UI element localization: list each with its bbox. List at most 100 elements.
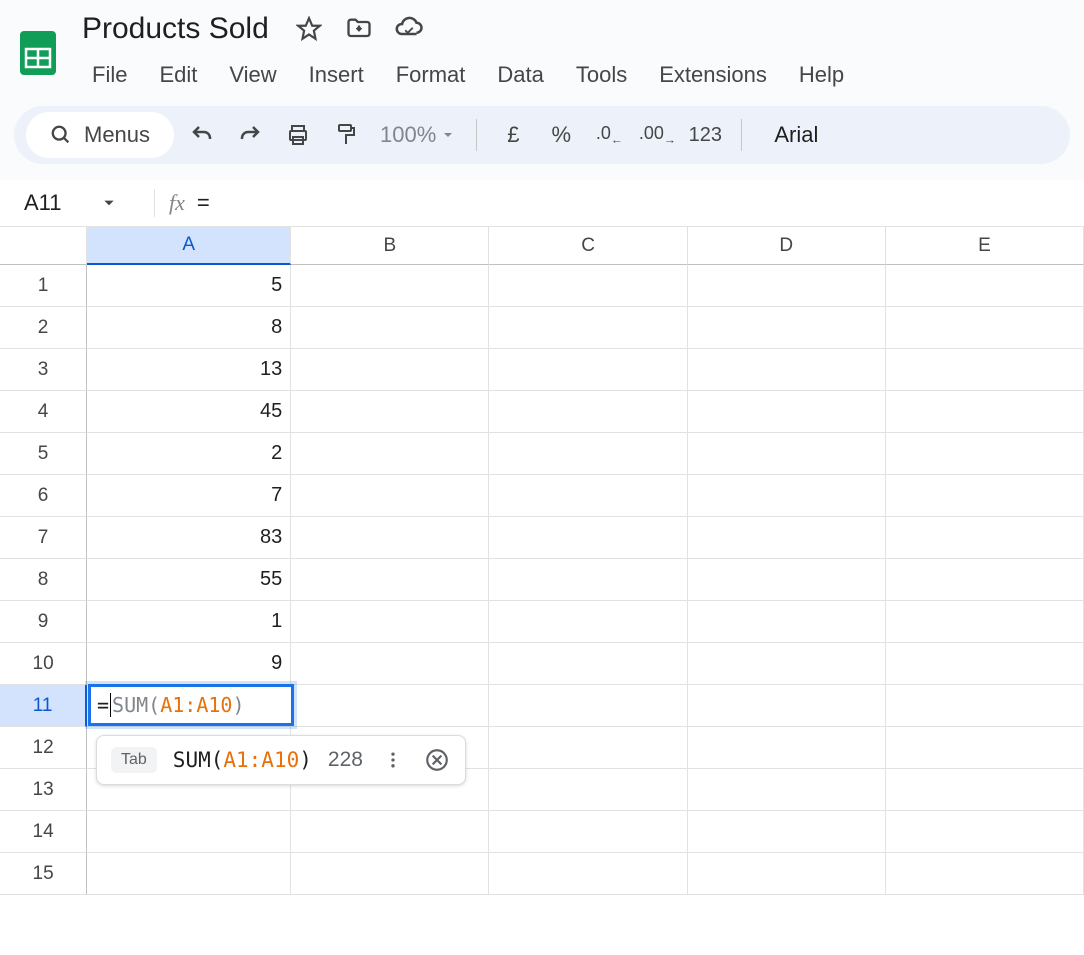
move-icon[interactable]	[343, 13, 375, 45]
cell[interactable]	[688, 265, 886, 307]
cell[interactable]	[688, 685, 886, 727]
cell[interactable]	[886, 391, 1084, 433]
cell[interactable]	[886, 769, 1084, 811]
cell[interactable]	[886, 349, 1084, 391]
cell[interactable]	[688, 853, 886, 895]
menus-search[interactable]: Menus	[26, 112, 174, 158]
cell[interactable]	[291, 475, 489, 517]
cell[interactable]: 9	[87, 643, 291, 685]
currency-button[interactable]: £	[493, 115, 533, 155]
row-header[interactable]: 7	[0, 517, 87, 559]
select-all-corner[interactable]	[0, 227, 87, 265]
cell[interactable]	[489, 853, 687, 895]
cell[interactable]	[688, 349, 886, 391]
cell[interactable]	[291, 853, 489, 895]
cell[interactable]	[886, 727, 1084, 769]
column-header-c[interactable]: C	[489, 227, 687, 265]
cell[interactable]	[886, 517, 1084, 559]
cell[interactable]	[688, 811, 886, 853]
menu-tools[interactable]: Tools	[560, 54, 643, 96]
cell[interactable]	[291, 685, 489, 727]
cell[interactable]	[688, 307, 886, 349]
cell[interactable]	[886, 307, 1084, 349]
cell[interactable]	[688, 517, 886, 559]
menu-data[interactable]: Data	[481, 54, 559, 96]
cell[interactable]	[489, 727, 687, 769]
cell[interactable]	[688, 643, 886, 685]
row-header[interactable]: 9	[0, 601, 87, 643]
row-header[interactable]: 8	[0, 559, 87, 601]
cell[interactable]	[489, 307, 687, 349]
column-header-d[interactable]: D	[688, 227, 886, 265]
menu-format[interactable]: Format	[380, 54, 482, 96]
cell[interactable]: 1	[87, 601, 291, 643]
row-header[interactable]: 5	[0, 433, 87, 475]
cell[interactable]	[886, 811, 1084, 853]
row-header[interactable]: 11	[0, 685, 87, 727]
cell[interactable]	[291, 601, 489, 643]
menu-edit[interactable]: Edit	[143, 54, 213, 96]
cell[interactable]	[489, 811, 687, 853]
row-header[interactable]: 12	[0, 727, 87, 769]
cell[interactable]	[489, 517, 687, 559]
menu-help[interactable]: Help	[783, 54, 860, 96]
cell[interactable]	[291, 811, 489, 853]
cell[interactable]	[291, 517, 489, 559]
row-header[interactable]: 3	[0, 349, 87, 391]
row-header[interactable]: 13	[0, 769, 87, 811]
cell[interactable]	[489, 685, 687, 727]
cell[interactable]	[886, 559, 1084, 601]
cell[interactable]	[688, 391, 886, 433]
cell[interactable]	[87, 853, 291, 895]
row-header[interactable]: 4	[0, 391, 87, 433]
cell[interactable]	[886, 643, 1084, 685]
formula-input[interactable]: =	[197, 190, 210, 216]
cell[interactable]	[688, 559, 886, 601]
cell[interactable]	[489, 433, 687, 475]
cell[interactable]: 5	[87, 265, 291, 307]
cell[interactable]	[688, 601, 886, 643]
cell[interactable]	[291, 307, 489, 349]
column-header-a[interactable]: A	[87, 227, 291, 265]
cloud-status-icon[interactable]	[393, 13, 425, 45]
cell[interactable]: 13	[87, 349, 291, 391]
row-header[interactable]: 1	[0, 265, 87, 307]
menu-file[interactable]: File	[76, 54, 143, 96]
undo-button[interactable]	[182, 115, 222, 155]
cell[interactable]	[87, 811, 291, 853]
cell[interactable]	[291, 643, 489, 685]
document-title[interactable]: Products Sold	[76, 10, 275, 48]
menu-extensions[interactable]: Extensions	[643, 54, 783, 96]
row-header[interactable]: 2	[0, 307, 87, 349]
cell[interactable]	[291, 265, 489, 307]
cell[interactable]	[489, 349, 687, 391]
cell[interactable]: 83	[87, 517, 291, 559]
cell[interactable]	[886, 853, 1084, 895]
cell[interactable]: 2	[87, 433, 291, 475]
cell[interactable]	[886, 601, 1084, 643]
cell[interactable]	[688, 433, 886, 475]
cell[interactable]	[291, 433, 489, 475]
cell[interactable]	[886, 685, 1084, 727]
cell[interactable]	[489, 265, 687, 307]
cell[interactable]: 45	[87, 391, 291, 433]
cell[interactable]: 8	[87, 307, 291, 349]
menu-view[interactable]: View	[213, 54, 292, 96]
percent-button[interactable]: %	[541, 115, 581, 155]
row-header[interactable]: 14	[0, 811, 87, 853]
cell[interactable]: 7	[87, 475, 291, 517]
cell[interactable]	[291, 391, 489, 433]
close-icon[interactable]	[423, 746, 451, 774]
paint-format-button[interactable]	[326, 115, 366, 155]
font-dropdown[interactable]: Arial	[774, 122, 818, 148]
cell[interactable]	[886, 475, 1084, 517]
menu-insert[interactable]: Insert	[293, 54, 380, 96]
print-button[interactable]	[278, 115, 318, 155]
cell[interactable]	[489, 769, 687, 811]
cell[interactable]	[688, 727, 886, 769]
number-format-button[interactable]: 123	[685, 115, 725, 155]
column-header-e[interactable]: E	[886, 227, 1084, 265]
cell[interactable]: 55	[87, 559, 291, 601]
cell[interactable]	[489, 475, 687, 517]
decrease-decimal-button[interactable]: .0←	[589, 115, 629, 155]
